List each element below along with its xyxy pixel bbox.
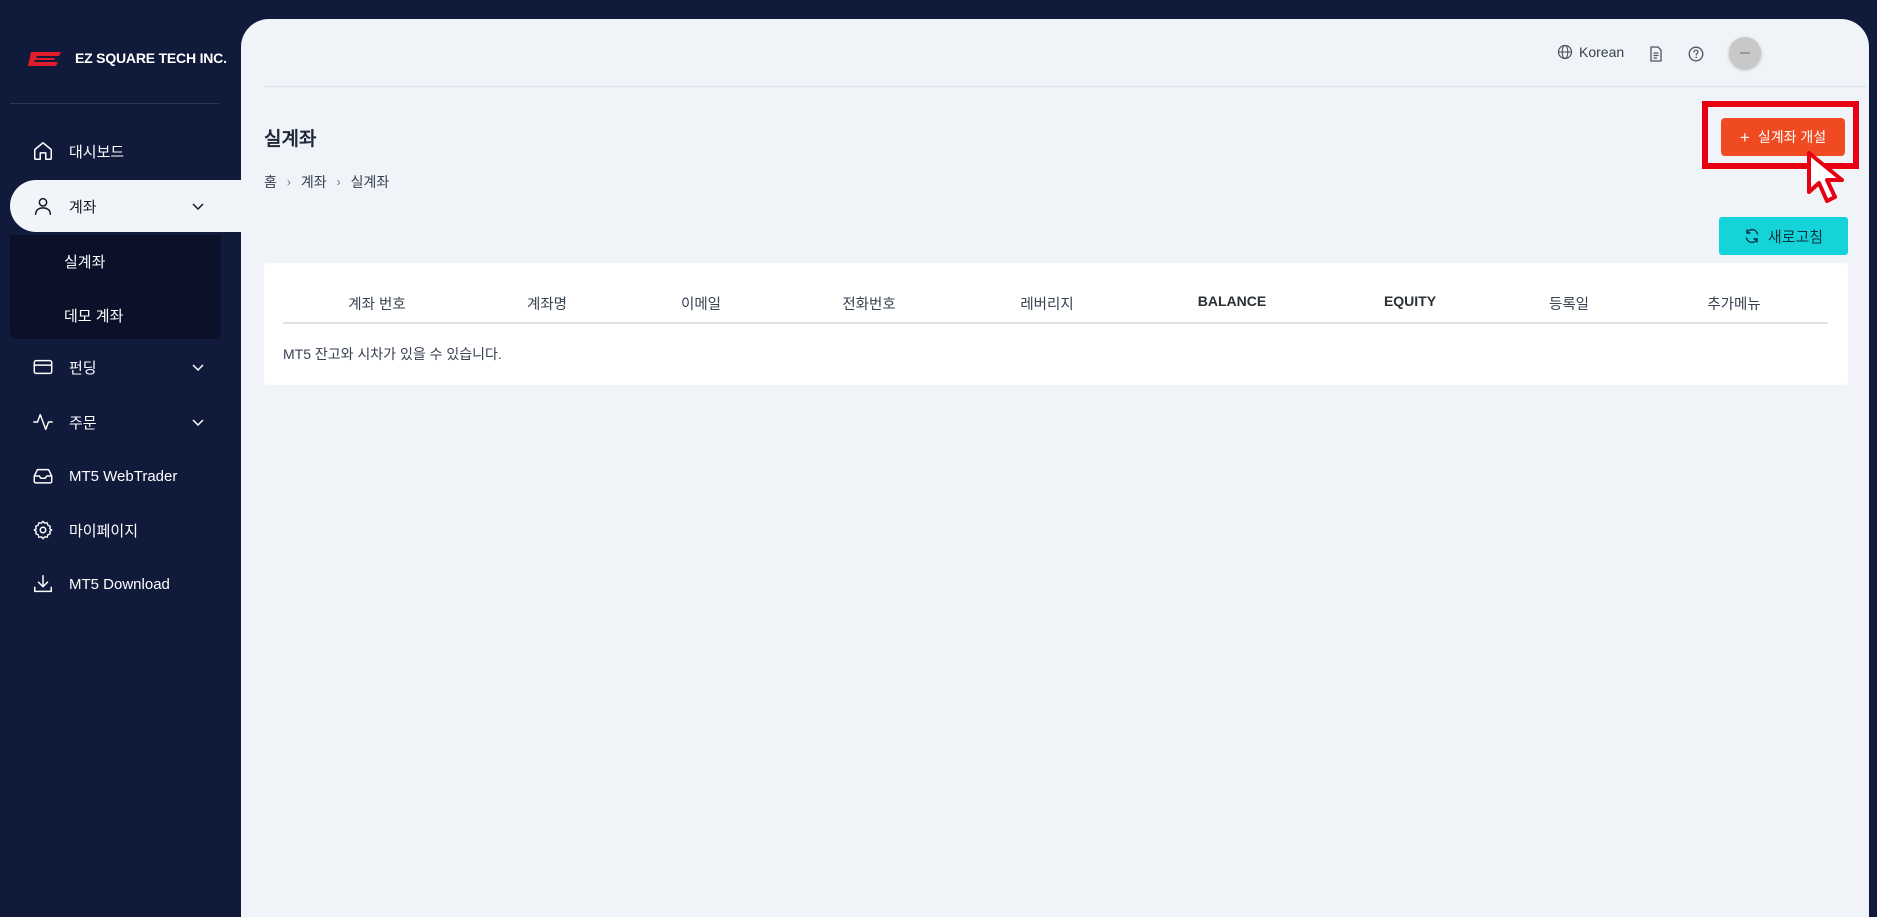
hand-pointer-icon (1807, 151, 1844, 203)
credit-card-icon (31, 355, 55, 379)
chevron-down-icon (192, 419, 204, 427)
user-icon (31, 194, 55, 218)
chevron-down-icon (192, 203, 204, 211)
breadcrumb-current: 실계좌 (350, 174, 390, 190)
sidebar-item-mt5-download[interactable]: MT5 Download (10, 558, 241, 610)
gear-icon (31, 518, 55, 542)
table-header: 계좌 번호 계좌명 이메일 전화번호 레버리지 BALANCE EQUITY 등… (283, 282, 1828, 324)
home-icon (31, 139, 55, 163)
topbar: Korean (264, 19, 1867, 87)
globe-icon (1557, 44, 1573, 60)
sidebar-item-label: MT5 Download (69, 575, 170, 593)
download-icon (31, 572, 55, 596)
language-label: Korean (1579, 44, 1625, 60)
column-header-account-name[interactable]: 계좌명 (527, 293, 567, 314)
sidebar-item-label: 대시보드 (69, 143, 125, 161)
page-title: 실계좌 (264, 129, 317, 150)
sidebar-item-label: MT5 WebTrader (69, 467, 178, 485)
brand-logo-icon (28, 52, 61, 66)
column-header-equity[interactable]: EQUITY (1384, 293, 1436, 309)
open-real-account-label: 실계좌 개설 (1757, 129, 1827, 145)
account-submenu: 실계좌 데모 계좌 (10, 235, 221, 339)
chevron-right-icon: › (286, 175, 291, 189)
column-header-leverage[interactable]: 레버리지 (1020, 293, 1073, 314)
sidebar-item-label: 마이페이지 (69, 522, 139, 540)
sidebar-item-mt5-webtrader[interactable]: MT5 WebTrader (10, 450, 241, 502)
brand[interactable]: EZ SQUARE TECH INC. (27, 46, 227, 70)
sidebar-item-dashboard[interactable]: 대시보드 (10, 125, 241, 177)
column-header-extra-menu[interactable]: 추가메뉴 (1707, 293, 1760, 314)
sidebar-item-label: 계좌 (69, 198, 97, 216)
accounts-table: 계좌 번호 계좌명 이메일 전화번호 레버리지 BALANCE EQUITY 등… (264, 263, 1848, 385)
column-header-account-number[interactable]: 계좌 번호 (348, 293, 405, 314)
plus-icon: + (1739, 127, 1750, 147)
chevron-right-icon: › (336, 175, 341, 189)
document-icon[interactable] (1647, 45, 1665, 63)
inbox-icon (31, 464, 55, 488)
sidebar-item-mypage[interactable]: 마이페이지 (10, 504, 241, 556)
breadcrumb-home[interactable]: 홈 (264, 172, 277, 192)
refresh-button[interactable]: 새로고침 (1719, 217, 1848, 255)
submenu-item-real-account[interactable]: 실계좌 (64, 251, 105, 272)
brand-name: EZ SQUARE TECH INC. (75, 50, 227, 66)
activity-icon (31, 410, 55, 434)
refresh-icon (1745, 228, 1759, 244)
language-selector[interactable]: Korean (1557, 44, 1624, 60)
sidebar: EZ SQUARE TECH INC. 대시보드 계좌 실계좌 데모 계좌 펀딩… (0, 0, 241, 917)
table-notice: MT5 잔고와 시차가 있을 수 있습니다. (283, 346, 502, 362)
breadcrumb-account[interactable]: 계좌 (301, 172, 327, 192)
sidebar-item-funding[interactable]: 펀딩 (10, 341, 241, 393)
main-panel: Korean 실계좌 홈 › 계좌 › 실계좌 + 실계좌 개설 새로고침 계좌… (241, 19, 1869, 917)
column-header-registered-date[interactable]: 등록일 (1549, 293, 1589, 314)
column-header-email[interactable]: 이메일 (681, 293, 721, 314)
sidebar-item-orders[interactable]: 주문 (10, 396, 241, 448)
breadcrumb: 홈 › 계좌 › 실계좌 (264, 172, 389, 192)
refresh-label: 새로고침 (1767, 228, 1824, 246)
chevron-down-icon (192, 364, 204, 372)
help-icon[interactable] (1687, 45, 1705, 63)
column-header-phone[interactable]: 전화번호 (842, 293, 895, 314)
sidebar-item-label: 펀딩 (69, 359, 97, 377)
submenu-item-demo-account[interactable]: 데모 계좌 (64, 305, 123, 326)
avatar[interactable] (1729, 37, 1761, 69)
sidebar-divider (10, 103, 219, 104)
sidebar-item-label: 주문 (69, 414, 97, 432)
sidebar-item-account[interactable]: 계좌 (10, 180, 241, 232)
column-header-balance[interactable]: BALANCE (1198, 293, 1266, 309)
